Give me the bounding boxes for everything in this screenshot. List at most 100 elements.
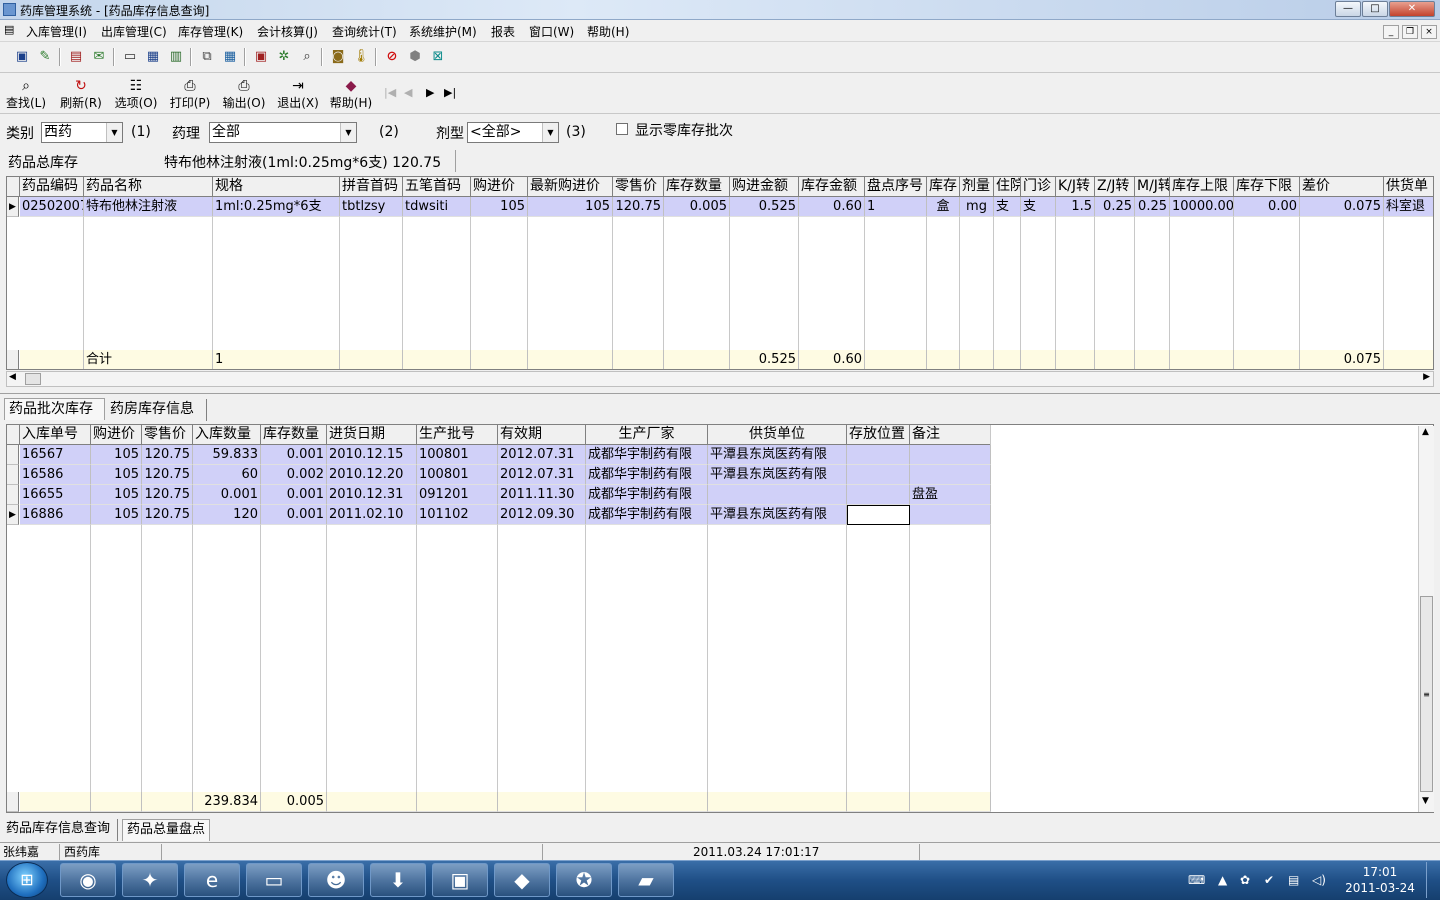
- copy-icon[interactable]: ⧉: [197, 47, 217, 67]
- table-cell[interactable]: mg: [960, 197, 994, 217]
- minimize-button[interactable]: —: [1335, 1, 1361, 17]
- tab-stock-query[interactable]: 药品库存信息查询: [2, 819, 118, 841]
- keyboard-icon[interactable]: ⌨: [1188, 873, 1205, 887]
- tab-total-count[interactable]: 药品总量盘点: [122, 819, 210, 841]
- table-cell[interactable]: 105: [91, 445, 142, 465]
- table-cell[interactable]: 101102: [417, 505, 498, 525]
- batch-stock-grid[interactable]: 入库单号 购进价 零售价 入库数量 库存数量 进货日期 生产批号 有效期 生产厂家 供货单位 存放位…: [6, 424, 1434, 813]
- column-header[interactable]: K/J转: [1056, 177, 1095, 197]
- table-cell[interactable]: 1.5: [1056, 197, 1095, 217]
- table-cell[interactable]: [847, 485, 910, 505]
- table-cell[interactable]: 2012.07.31: [498, 465, 586, 485]
- table-cell[interactable]: 0.001: [261, 505, 327, 525]
- column-header[interactable]: 五笔首码: [403, 177, 471, 197]
- column-header[interactable]: 生产厂家: [586, 425, 708, 445]
- drug-stock-grid[interactable]: 药品编码 药品名称 规格 拼音首码 五笔首码 购进价 最新购进价 零售价 库存数量 购进金额 库存金…: [6, 176, 1434, 370]
- column-header[interactable]: Z/J转: [1095, 177, 1135, 197]
- calendar-icon[interactable]: ▣: [251, 47, 271, 67]
- table-cell[interactable]: 16567: [20, 445, 91, 465]
- menu-system[interactable]: 系统维护(M): [409, 23, 477, 40]
- column-header[interactable]: 药品名称: [84, 177, 213, 197]
- column-header[interactable]: 购进价: [91, 425, 142, 445]
- menu-inbound[interactable]: 入库管理(I): [26, 23, 87, 40]
- edit-doc-icon[interactable]: ✎: [35, 47, 55, 67]
- table-cell[interactable]: 0.001: [261, 485, 327, 505]
- tab-batch-stock[interactable]: 药品批次库存: [4, 398, 105, 420]
- mdi-doc-icon[interactable]: ▤: [4, 23, 14, 36]
- table-cell[interactable]: 091201: [417, 485, 498, 505]
- table-cell[interactable]: 02502007: [20, 197, 84, 217]
- menu-accounting[interactable]: 会计核算(J): [257, 23, 318, 40]
- table-cell[interactable]: 105: [91, 465, 142, 485]
- table-cell[interactable]: 0.005: [664, 197, 730, 217]
- table-cell[interactable]: 平潭县东岚医药有限: [708, 465, 847, 485]
- find-button[interactable]: ⌕ 查找(L): [2, 78, 50, 112]
- column-header[interactable]: 进货日期: [327, 425, 417, 445]
- column-header[interactable]: 拼音首码: [340, 177, 403, 197]
- table-cell[interactable]: 105: [528, 197, 613, 217]
- table-cell[interactable]: tdwsiti: [403, 197, 471, 217]
- zero-stock-checkbox[interactable]: [616, 123, 628, 135]
- first-record-icon[interactable]: |◀: [384, 86, 396, 99]
- column-header[interactable]: 备注: [910, 425, 991, 445]
- table-cell[interactable]: 2010.12.20: [327, 465, 417, 485]
- menu-window[interactable]: 窗口(W): [529, 23, 574, 40]
- exit-button[interactable]: ⇥ 退出(X): [274, 78, 322, 112]
- network-icon[interactable]: ▤: [1288, 873, 1299, 887]
- mdi-restore-button[interactable]: ❐: [1402, 25, 1418, 39]
- taskbar-qq-icon[interactable]: ☻: [308, 863, 364, 897]
- refresh-button[interactable]: ↻ 刷新(R): [57, 78, 105, 112]
- column-header[interactable]: 购进价: [471, 177, 528, 197]
- table-cell[interactable]: [708, 485, 847, 505]
- dosage-select[interactable]: <全部> ▼: [467, 122, 559, 143]
- table-cell[interactable]: 0.25: [1135, 197, 1170, 217]
- table-cell[interactable]: 120.75: [142, 445, 193, 465]
- print-button[interactable]: ⎙ 打印(P): [166, 78, 214, 112]
- table-cell[interactable]: 支: [1021, 197, 1056, 217]
- chevron-down-icon[interactable]: ▼: [106, 123, 122, 142]
- table-cell[interactable]: 成都华宇制药有限: [586, 465, 708, 485]
- table-cell[interactable]: 特布他林注射液: [84, 197, 213, 217]
- taskbar-clock[interactable]: 17:01 2011-03-24: [1340, 864, 1420, 896]
- camera-icon[interactable]: ◙: [328, 47, 348, 67]
- table-cell[interactable]: 平潭县东岚医药有限: [708, 445, 847, 465]
- chevron-down-icon[interactable]: ▼: [340, 123, 356, 142]
- chevron-down-icon[interactable]: ▼: [542, 123, 558, 142]
- last-record-icon[interactable]: ▶|: [444, 86, 456, 99]
- column-header[interactable]: 门诊: [1021, 177, 1056, 197]
- horizontal-scroll-thumb[interactable]: [25, 373, 41, 385]
- mdi-close-button[interactable]: ×: [1421, 25, 1437, 39]
- tray-app-icon[interactable]: ✿: [1240, 873, 1250, 887]
- vertical-scrollbar[interactable]: ▲ ≡ ▼: [1418, 426, 1434, 812]
- list-icon[interactable]: ▦: [143, 47, 163, 67]
- export-button[interactable]: ⎙ 输出(O): [220, 78, 268, 112]
- table-cell[interactable]: [847, 445, 910, 465]
- new-doc-icon[interactable]: ▣: [12, 47, 32, 67]
- mdi-minimize-button[interactable]: _: [1383, 25, 1399, 39]
- scroll-right-icon[interactable]: ▶: [1423, 372, 1430, 382]
- table-cell[interactable]: 60: [193, 465, 261, 485]
- table-cell[interactable]: 0.525: [730, 197, 799, 217]
- taskbar-app-compass-icon[interactable]: ✪: [556, 863, 612, 897]
- tools-icon[interactable]: ✲: [274, 47, 294, 67]
- column-header[interactable]: 最新购进价: [528, 177, 613, 197]
- column-header[interactable]: 库存金额: [799, 177, 865, 197]
- taskbar-app-red-icon[interactable]: ◆: [494, 863, 550, 897]
- table-cell[interactable]: [847, 505, 910, 525]
- ledger-icon[interactable]: ▥: [166, 47, 186, 67]
- menu-reports[interactable]: 报表: [491, 23, 515, 40]
- table-cell[interactable]: 0.60: [799, 197, 865, 217]
- table-cell[interactable]: 10000.00: [1170, 197, 1234, 217]
- column-header[interactable]: 药品编码: [20, 177, 84, 197]
- column-header[interactable]: 规格: [213, 177, 340, 197]
- table-cell[interactable]: 支: [994, 197, 1021, 217]
- table-cell[interactable]: 0.25: [1095, 197, 1135, 217]
- table-cell[interactable]: 105: [471, 197, 528, 217]
- column-header[interactable]: 剂量: [960, 177, 994, 197]
- vertical-scroll-thumb[interactable]: ≡: [1420, 596, 1433, 792]
- table-cell[interactable]: 120: [193, 505, 261, 525]
- table-cell[interactable]: [910, 505, 991, 525]
- scroll-left-icon[interactable]: ◀: [9, 372, 16, 382]
- scroll-down-icon[interactable]: ▼: [1422, 796, 1429, 806]
- table-cell[interactable]: 120.75: [142, 485, 193, 505]
